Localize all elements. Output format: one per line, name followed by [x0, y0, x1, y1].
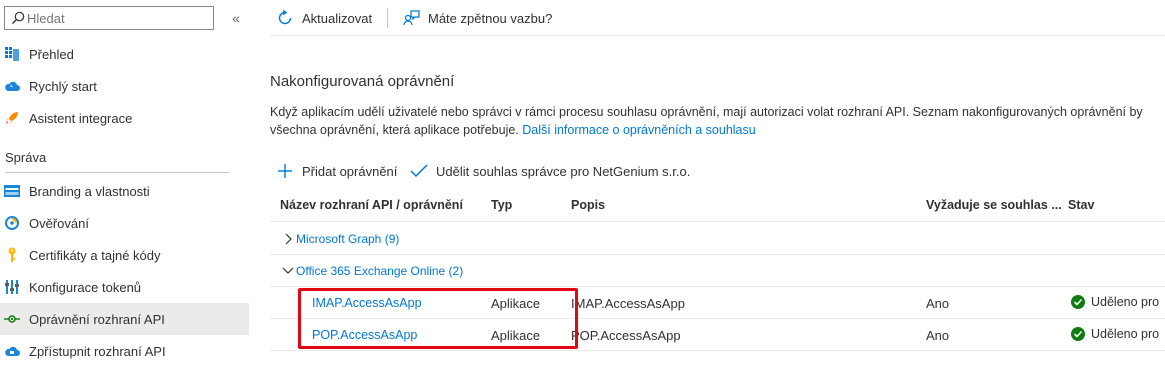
token-config-icon	[4, 279, 20, 295]
search-box[interactable]	[4, 6, 214, 30]
sidebar-item-authentication[interactable]: Ověřování	[0, 207, 249, 239]
sidebar-item-api-permissions[interactable]: Oprávnění rozhraní API	[0, 303, 249, 335]
permission-type: Aplikace	[491, 328, 541, 343]
status-label: Uděleno pro	[1091, 327, 1160, 341]
admin-consent-required: Ano	[926, 296, 950, 311]
collapse-sidebar-button[interactable]: «	[228, 9, 244, 27]
chevron-right-icon	[282, 233, 294, 245]
toolbar-divider	[387, 8, 388, 28]
expose-api-cloud-icon	[4, 343, 20, 359]
search-input[interactable]	[27, 9, 207, 27]
description-line-1: Když aplikacím udělí uživatelé nebo sprá…	[270, 105, 1143, 119]
description-line-2: všechna oprávnění, která aplikace potřeb…	[270, 121, 1165, 139]
feedback-label: Máte zpětnou vazbu?	[428, 10, 553, 26]
description-text: všechna oprávnění, která aplikace potřeb…	[270, 123, 523, 137]
column-header-status[interactable]: Stav	[1068, 198, 1094, 212]
plus-icon	[276, 162, 294, 180]
status-badge: Uděleno pro	[1071, 295, 1159, 309]
checkmark-icon	[410, 162, 428, 180]
table-row: IMAP.AccessAsApp Aplikace IMAP.AccessAsA…	[270, 287, 1165, 319]
page-title: Nakonfigurovaná oprávnění	[270, 73, 455, 90]
chevron-down-icon	[282, 265, 294, 277]
table-header: Název rozhraní API / oprávnění Typ Popis…	[270, 190, 1165, 222]
sidebar-item-overview[interactable]: Přehled	[0, 38, 249, 70]
sidebar-item-label: Rychlý start	[29, 78, 97, 94]
refresh-button[interactable]: Aktualizovat	[276, 8, 372, 28]
rocket-icon	[4, 110, 20, 126]
group-row-microsoft-graph[interactable]: Microsoft Graph (9)	[270, 223, 1165, 255]
sidebar-item-label: Ověřování	[29, 215, 89, 231]
sidebar: « Přehled Rychlý start	[0, 0, 250, 372]
sidebar-item-label: Certifikáty a tajné kódy	[29, 247, 161, 263]
table-row: POP.AccessAsApp Aplikace POP.AccessAsApp…	[270, 319, 1165, 351]
feedback-button[interactable]: Máte zpětnou vazbu?	[402, 8, 552, 28]
command-bar: Aktualizovat Máte zpětnou vazbu?	[270, 0, 1165, 36]
success-check-icon	[1071, 295, 1085, 309]
authentication-icon	[4, 215, 20, 231]
learn-more-link[interactable]: Další informace o oprávněních a souhlasu	[522, 123, 755, 137]
column-header-admin-consent[interactable]: Vyžaduje se souhlas ...	[926, 198, 1062, 212]
sidebar-item-label: Asistent integrace	[29, 110, 133, 126]
sidebar-item-label: Zpřístupnit rozhraní API	[29, 343, 166, 359]
sidebar-item-label: Konfigurace tokenů	[29, 279, 142, 295]
sidebar-item-token-configuration[interactable]: Konfigurace tokenů	[0, 271, 249, 303]
sidebar-item-certificates[interactable]: Certifikáty a tajné kódy	[0, 239, 249, 271]
sidebar-search-row: «	[4, 6, 248, 30]
grant-admin-consent-label: Udělit souhlas správce pro NetGenium s.r…	[436, 163, 691, 179]
branding-icon	[4, 183, 20, 199]
overview-grid-icon	[4, 46, 20, 62]
success-check-icon	[1071, 327, 1085, 341]
main-content: Aktualizovat Máte zpětnou vazbu? Nakonfi…	[270, 0, 1165, 372]
permission-description: IMAP.AccessAsApp	[571, 296, 685, 311]
permission-description: POP.AccessAsApp	[571, 328, 681, 343]
section-divider	[5, 172, 229, 173]
section-title-manage: Správa	[5, 150, 47, 165]
add-permission-label: Přidat oprávnění	[302, 163, 398, 179]
admin-consent-required: Ano	[926, 328, 950, 343]
status-badge: Uděleno pro	[1071, 327, 1159, 341]
refresh-icon	[276, 9, 294, 27]
add-permission-button[interactable]: Přidat oprávnění	[276, 160, 397, 182]
column-header-type[interactable]: Typ	[491, 198, 512, 212]
status-label: Uděleno pro	[1091, 295, 1160, 309]
sidebar-item-integration-assistant[interactable]: Asistent integrace	[0, 102, 249, 134]
sidebar-item-label: Přehled	[29, 46, 74, 62]
key-icon	[4, 247, 20, 263]
sidebar-item-expose-api[interactable]: Zpřístupnit rozhraní API	[0, 335, 249, 367]
description: Když aplikacím udělí uživatelé nebo sprá…	[270, 103, 1165, 139]
sidebar-item-quickstart[interactable]: Rychlý start	[0, 70, 249, 102]
permission-type: Aplikace	[491, 296, 541, 311]
feedback-icon	[402, 9, 420, 27]
cloud-icon	[4, 78, 20, 94]
search-icon	[12, 11, 25, 24]
grant-admin-consent-button[interactable]: Udělit souhlas správce pro NetGenium s.r…	[410, 160, 690, 182]
refresh-label: Aktualizovat	[302, 10, 373, 26]
group-label: Office 365 Exchange Online (2)	[296, 263, 464, 278]
column-header-api-name[interactable]: Název rozhraní API / oprávnění	[280, 198, 463, 212]
permission-name-link[interactable]: IMAP.AccessAsApp	[312, 296, 422, 310]
sidebar-item-branding[interactable]: Branding a vlastnosti	[0, 175, 249, 207]
sidebar-item-label: Oprávnění rozhraní API	[29, 311, 165, 327]
group-label: Microsoft Graph (9)	[296, 231, 400, 246]
permission-name-link[interactable]: POP.AccessAsApp	[312, 328, 417, 342]
group-row-exchange-online[interactable]: Office 365 Exchange Online (2)	[270, 255, 1165, 287]
column-header-description[interactable]: Popis	[571, 198, 605, 212]
sidebar-item-label: Branding a vlastnosti	[29, 183, 150, 199]
api-permissions-icon	[4, 311, 20, 327]
